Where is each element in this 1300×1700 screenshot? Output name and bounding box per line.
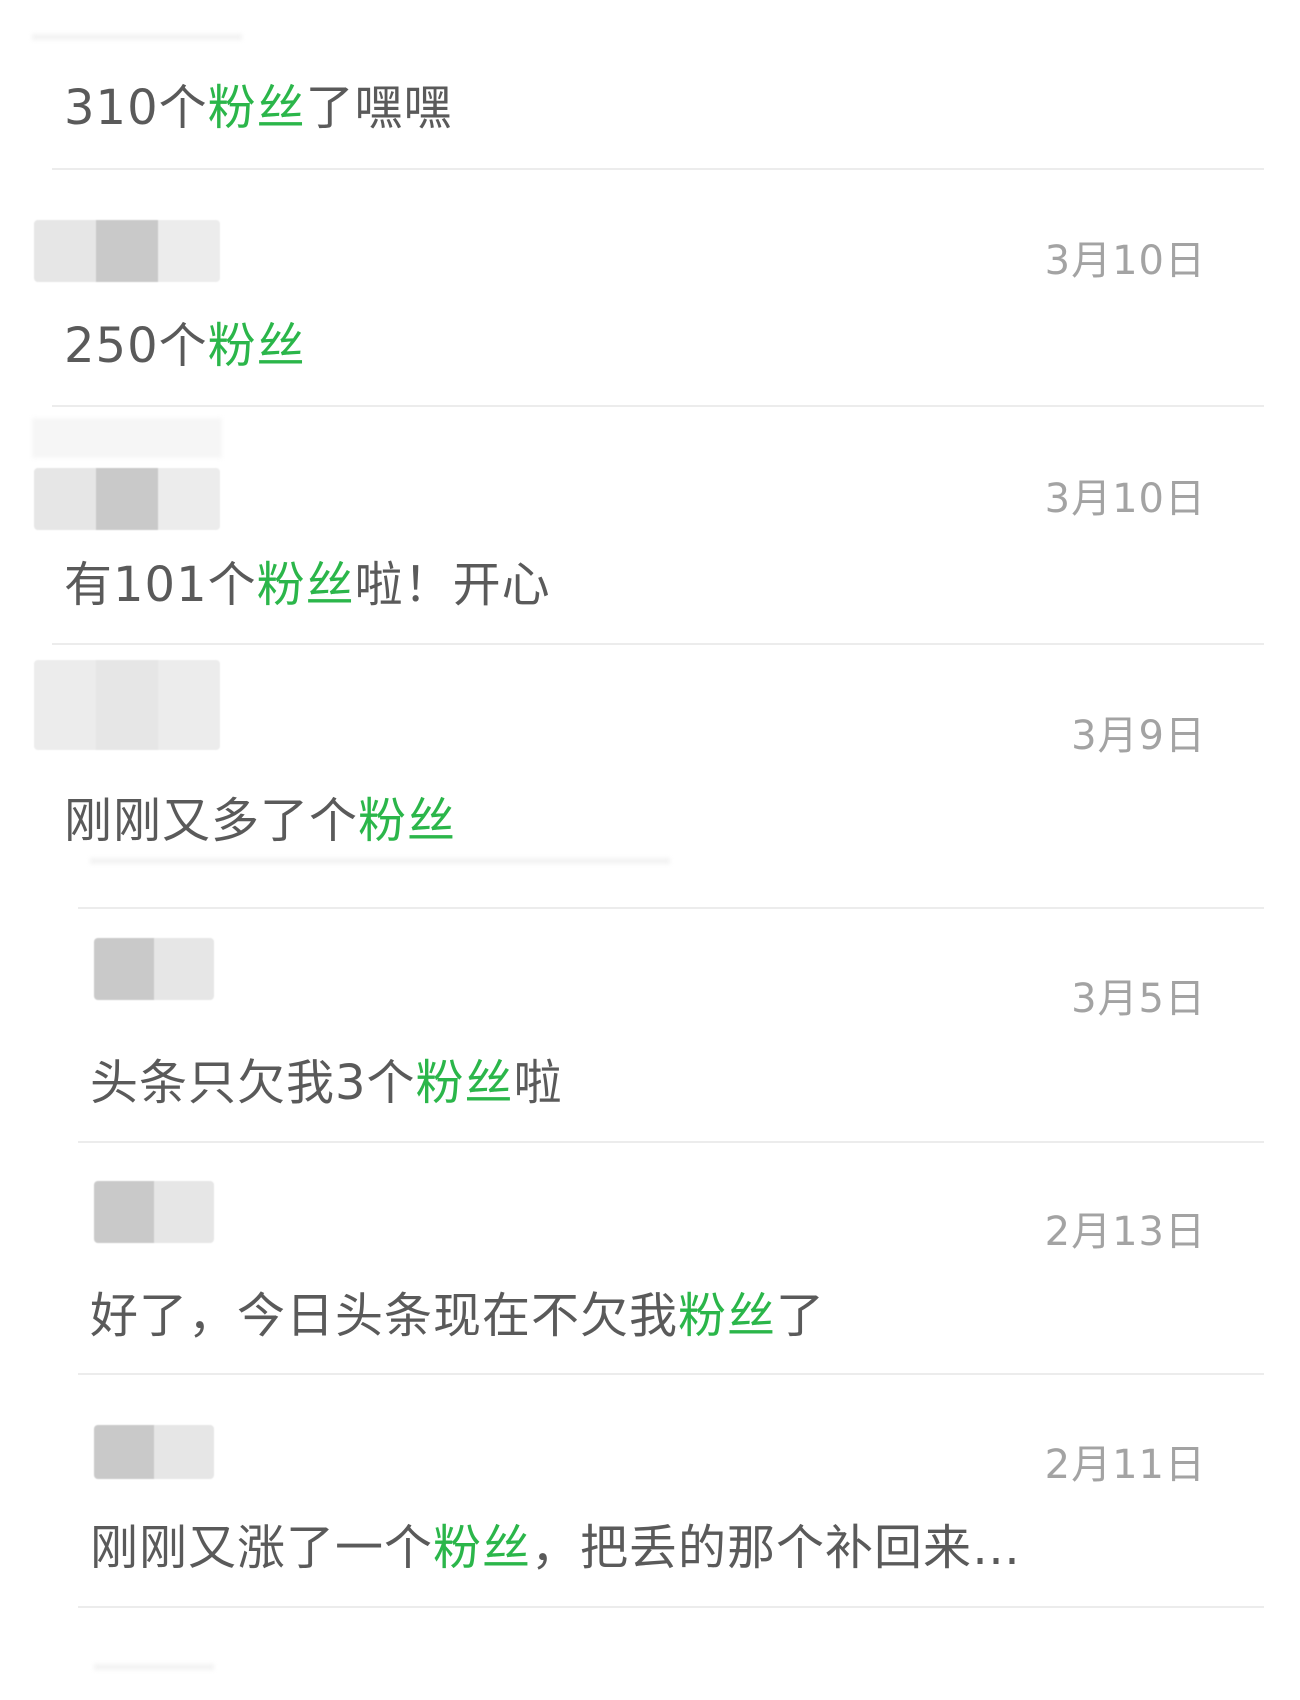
cropped-text-remnant: [90, 858, 670, 864]
message-text: 啦！开心: [354, 557, 551, 613]
avatar[interactable]: [94, 1425, 214, 1479]
fans-keyword: 粉丝: [207, 318, 306, 374]
divider: [52, 168, 1264, 170]
avatar[interactable]: [94, 1181, 214, 1243]
feed-message[interactable]: 好了，今日头条现在不欠我粉丝了: [90, 1276, 825, 1346]
divider: [78, 1141, 1264, 1143]
avatar-pixel: [158, 468, 220, 530]
message-text: 250个: [64, 318, 208, 374]
divider: [52, 405, 1264, 407]
fans-keyword: 粉丝: [358, 793, 457, 849]
avatar-remnant: [32, 34, 242, 40]
message-text: 有101个: [64, 557, 257, 613]
feed-message[interactable]: 310个粉丝了嘿嘿: [64, 68, 453, 138]
timestamp: 2月11日: [1044, 1442, 1206, 1488]
fans-keyword: 粉丝: [415, 1055, 514, 1111]
timestamp: 2月13日: [1044, 1209, 1206, 1255]
message-text: 头条只欠我3个: [90, 1055, 416, 1111]
avatar-remnant: [32, 418, 222, 458]
divider: [78, 907, 1264, 909]
timestamp: 3月9日: [1071, 713, 1206, 759]
avatar-pixel: [154, 1181, 214, 1243]
fans-keyword: 粉丝: [678, 1288, 777, 1344]
avatar[interactable]: [34, 220, 220, 282]
avatar-pixel: [154, 938, 214, 1000]
feed-message[interactable]: 头条只欠我3个粉丝啦: [90, 1043, 563, 1113]
avatar[interactable]: [34, 660, 220, 750]
fans-keyword: 粉丝: [433, 1520, 532, 1576]
avatar-pixel: [34, 468, 96, 530]
feed-message[interactable]: 250个粉丝: [64, 306, 306, 376]
feed-message[interactable]: 有101个粉丝啦！开心: [64, 545, 551, 615]
message-text: 310个: [64, 80, 208, 136]
avatar-pixel: [154, 1425, 214, 1479]
divider: [78, 1606, 1264, 1608]
avatar-remnant: [94, 1664, 214, 1670]
avatar[interactable]: [34, 468, 220, 530]
message-text: 啦: [513, 1055, 563, 1111]
fans-keyword: 粉丝: [207, 80, 306, 136]
divider: [78, 1373, 1264, 1375]
avatar-pixel: [94, 938, 154, 1000]
avatar-pixel: [158, 660, 220, 750]
avatar-pixel: [96, 468, 158, 530]
avatar-pixel: [96, 220, 158, 282]
message-text: 了: [776, 1288, 826, 1344]
message-text: 了嘿嘿: [305, 80, 453, 136]
message-text: 刚刚又涨了一个: [90, 1520, 434, 1576]
avatar-pixel: [34, 660, 96, 750]
message-text: 刚刚又多了个: [64, 793, 359, 849]
avatar[interactable]: [94, 938, 214, 1000]
avatar-pixel: [96, 660, 158, 750]
message-text: ，把丢的那个补回来…: [531, 1520, 1022, 1576]
message-text: 好了，今日头条现在不欠我: [90, 1288, 679, 1344]
timestamp: 3月10日: [1044, 238, 1206, 284]
timestamp: 3月5日: [1071, 976, 1206, 1022]
avatar-pixel: [94, 1181, 154, 1243]
avatar-pixel: [158, 220, 220, 282]
fans-keyword: 粉丝: [256, 557, 355, 613]
timestamp: 3月10日: [1044, 476, 1206, 522]
divider: [52, 643, 1264, 645]
feed-message[interactable]: 刚刚又涨了一个粉丝，把丢的那个补回来…: [90, 1508, 1021, 1578]
avatar-pixel: [94, 1425, 154, 1479]
feed-message[interactable]: 刚刚又多了个粉丝: [64, 781, 456, 851]
avatar-pixel: [34, 220, 96, 282]
